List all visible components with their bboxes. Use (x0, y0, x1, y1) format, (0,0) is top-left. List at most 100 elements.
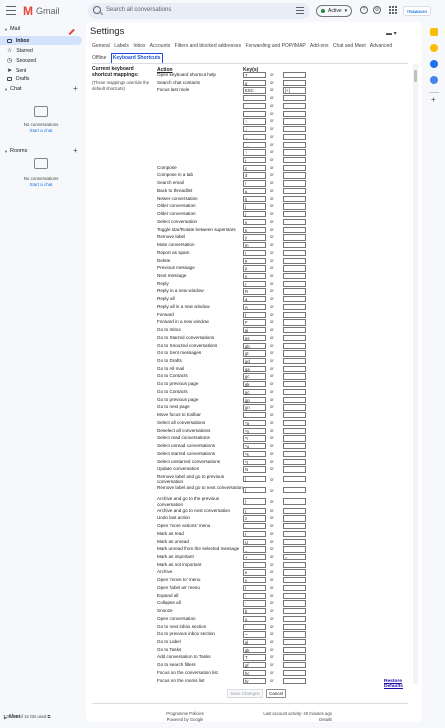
shortcut-alt-key-input[interactable] (283, 133, 306, 141)
shortcut-alt-key-input[interactable]: [+] (283, 87, 306, 94)
shortcut-key-input[interactable]: m (243, 242, 266, 249)
calendar-icon[interactable] (430, 28, 438, 36)
shortcut-key-input[interactable]: n (243, 272, 266, 280)
search-options-icon[interactable] (296, 7, 304, 14)
tab-forwarding[interactable]: Forwarding and POP/IMAP (245, 43, 305, 49)
shortcut-alt-key-input[interactable] (283, 388, 306, 396)
shortcut-key-input[interactable]: s (243, 226, 266, 233)
start-chat-link[interactable]: Start a chat (0, 128, 82, 133)
shortcut-key-input[interactable]: c (243, 164, 266, 172)
shortcut-alt-key-input[interactable] (283, 546, 306, 553)
cancel-button[interactable]: Cancel (266, 689, 286, 698)
shortcut-key-input[interactable]: , (243, 412, 266, 419)
shortcut-alt-key-input[interactable] (283, 187, 306, 195)
shortcut-key-input[interactable]: gc (243, 373, 266, 380)
search-icon[interactable] (93, 6, 101, 14)
shortcut-key-input[interactable]: → (243, 141, 266, 148)
shortcut-alt-key-input[interactable] (283, 79, 306, 87)
tab-labels[interactable]: Labels (114, 43, 129, 49)
shortcut-alt-key-input[interactable] (283, 646, 306, 654)
sidebar-item-starred[interactable]: ☆ Starred (0, 46, 82, 55)
shortcut-alt-key-input[interactable] (283, 95, 306, 102)
shortcut-alt-key-input[interactable] (283, 288, 306, 295)
tasks-icon[interactable] (430, 60, 438, 68)
shortcut-alt-key-input[interactable] (283, 466, 306, 473)
help-icon[interactable]: ? (360, 6, 368, 14)
rooms-section-header[interactable]: ▼ Rooms (4, 148, 27, 154)
shortcut-key-input[interactable]: hr (243, 677, 266, 684)
shortcut-key-input[interactable]: gt (243, 350, 266, 357)
shortcut-key-input[interactable]: y (243, 234, 266, 241)
shortcut-alt-key-input[interactable] (283, 523, 306, 530)
shortcut-key-input[interactable]: gl (243, 638, 266, 646)
shortcut-alt-key-input[interactable] (283, 577, 306, 584)
get-addons-plus-icon[interactable]: + (431, 95, 436, 104)
search-input[interactable]: Search all conversations (106, 7, 171, 13)
sidebar-item-inbox[interactable]: Inbox (0, 36, 82, 45)
shortcut-alt-key-input[interactable] (283, 180, 306, 187)
shortcut-alt-key-input[interactable] (283, 381, 306, 388)
shortcut-key-input[interactable]: a (243, 296, 266, 303)
restore-defaults-link[interactable]: Restore Defaults (384, 679, 422, 689)
shortcut-alt-key-input[interactable] (283, 530, 306, 538)
shortcut-key-input[interactable]: gk (243, 381, 266, 388)
mail-section-header[interactable]: ▼ Mail (4, 26, 20, 32)
shortcut-key-input[interactable]: *t (243, 458, 266, 465)
status-selector[interactable]: Active ▾ (316, 5, 353, 17)
shortcut-key-input[interactable]: ] (243, 475, 266, 483)
shortcut-alt-key-input[interactable] (283, 608, 306, 615)
sidebar-item-snoozed[interactable]: ◷ Snoozed (0, 56, 82, 65)
shortcut-key-input[interactable]: gc (243, 388, 266, 396)
shortcut-alt-key-input[interactable] (283, 350, 306, 357)
shortcut-alt-key-input[interactable] (283, 615, 306, 623)
tab-filters[interactable]: Filters and blocked addresses (175, 43, 241, 49)
shortcut-key-input[interactable]: / (243, 180, 266, 187)
shortcut-alt-key-input[interactable] (283, 458, 306, 465)
shortcut-alt-key-input[interactable] (283, 515, 306, 522)
shortcut-alt-key-input[interactable] (283, 592, 306, 599)
shortcut-alt-key-input[interactable] (283, 311, 306, 318)
shortcut-alt-key-input[interactable] (283, 195, 306, 202)
tab-addons[interactable]: Add-ons (310, 43, 329, 49)
shortcut-key-input[interactable]: _ (243, 546, 266, 553)
shortcut-key-input[interactable]: hc (243, 669, 266, 677)
shortcut-key-input[interactable]: F (243, 319, 266, 326)
new-room-plus-icon[interactable]: + (73, 147, 78, 155)
shortcut-alt-key-input[interactable] (283, 507, 306, 514)
shortcut-alt-key-input[interactable] (283, 118, 306, 125)
shortcut-alt-key-input[interactable] (283, 654, 306, 661)
gmail-logo[interactable]: M Gmail (23, 5, 60, 17)
shortcut-key-input[interactable]: I (243, 530, 266, 538)
shortcut-alt-key-input[interactable] (283, 435, 306, 442)
shortcut-alt-key-input[interactable] (283, 677, 306, 684)
shortcut-alt-key-input[interactable] (283, 327, 306, 334)
shortcut-key-input[interactable]: ` (243, 623, 266, 630)
sidebar-item-sent[interactable]: ➤ Sent (0, 66, 82, 75)
shortcut-key-input[interactable]: gf (243, 662, 266, 669)
sidebar-item-drafts[interactable]: Drafts (0, 76, 82, 82)
shortcut-key-input[interactable]: *s (243, 450, 266, 458)
tab-general[interactable]: General (92, 43, 110, 49)
shortcut-alt-key-input[interactable] (283, 72, 306, 79)
shortcut-alt-key-input[interactable] (283, 561, 306, 568)
shortcut-alt-key-input[interactable] (283, 110, 306, 117)
shortcut-alt-key-input[interactable] (283, 334, 306, 342)
shortcut-alt-key-input[interactable] (283, 172, 306, 179)
tab-accounts[interactable]: Accounts (150, 43, 171, 49)
shortcut-alt-key-input[interactable] (283, 102, 306, 110)
shortcut-alt-key-input[interactable] (283, 126, 306, 133)
shortcut-alt-key-input[interactable] (283, 234, 306, 241)
shortcut-key-input[interactable]: ga (243, 365, 266, 373)
scrollbar[interactable] (413, 64, 418, 684)
shortcut-key-input[interactable]: r (243, 280, 266, 287)
shortcut-alt-key-input[interactable] (283, 487, 306, 494)
keep-icon[interactable] (430, 44, 438, 52)
shortcut-key-input[interactable]: *r (243, 435, 266, 442)
shortcut-key-input[interactable]: u (243, 187, 266, 195)
shortcut-alt-key-input[interactable] (283, 404, 306, 411)
shortcut-alt-key-input[interactable] (283, 419, 306, 427)
shortcut-alt-key-input[interactable] (283, 272, 306, 280)
shortcut-alt-key-input[interactable] (283, 569, 306, 576)
shortcut-alt-key-input[interactable] (283, 662, 306, 669)
shortcut-alt-key-input[interactable] (283, 669, 306, 677)
